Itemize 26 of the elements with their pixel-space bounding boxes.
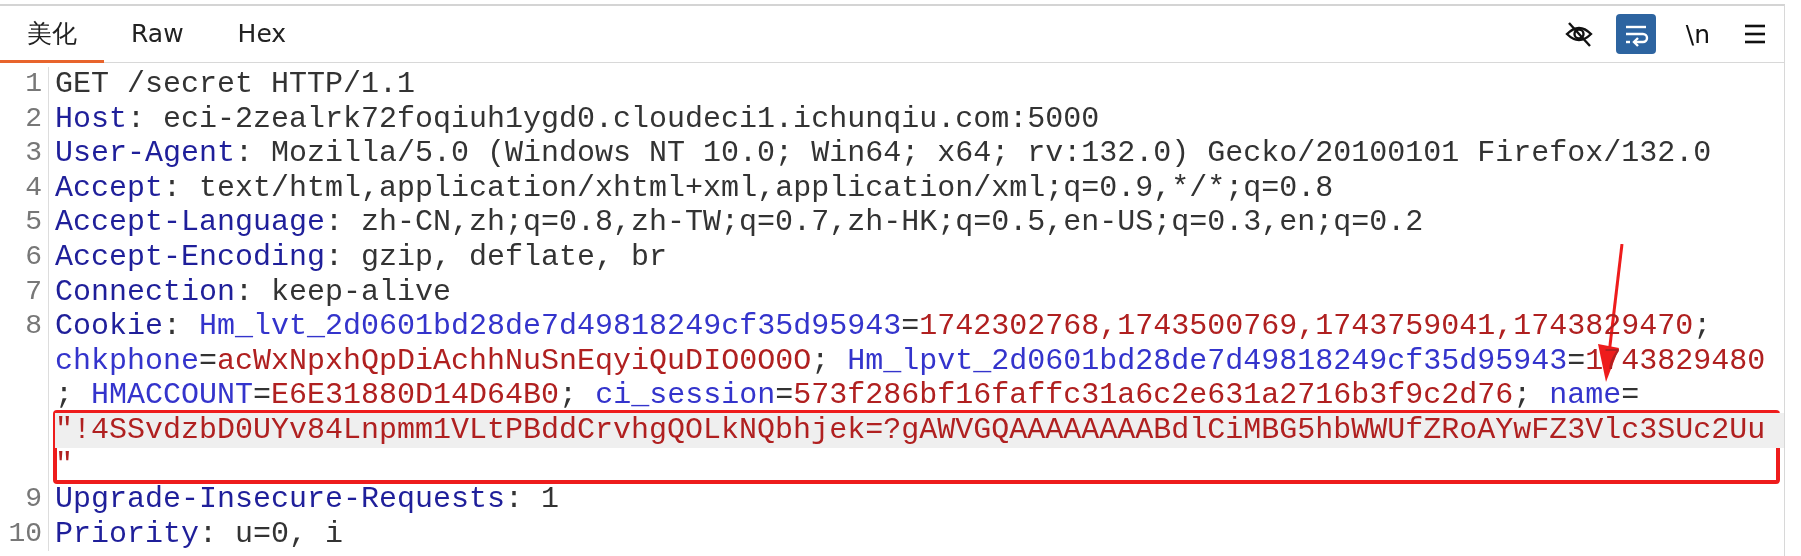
line-number: 5	[0, 205, 49, 240]
line-number: 3	[0, 136, 49, 171]
line-number: 7	[0, 274, 49, 310]
line-number: 4	[0, 170, 49, 206]
tab[interactable]: 美化	[0, 6, 104, 63]
code-line: Upgrade-Insecure-Requests: 1	[55, 482, 561, 517]
code-line: Accept: text/html,application/xhtml+xml,application/xml;q=0.9,*/*;q=0.8	[55, 170, 1335, 206]
line-number: 8	[0, 309, 49, 483]
tab[interactable]: Raw	[104, 6, 211, 63]
line-number: 2	[0, 101, 49, 137]
code-line: Accept-Language: zh-CN,zh;q=0.8,zh-TW;q=0.7,zh-HK;q=0.5,en-US;q=0.3,en;q=0.2	[55, 205, 1425, 240]
code-line: Host: eci-2zealrk72foqiuh1ygd0.cloudeci1.ichunqiu.com:5000	[55, 101, 1101, 137]
code-line: Priority: u=0, i	[55, 516, 345, 552]
code-line: "	[55, 447, 74, 483]
code-line: GET /secret HTTP/1.1	[55, 67, 417, 102]
line-number: 9	[0, 482, 49, 517]
code-line: Connection: keep-alive	[55, 274, 453, 310]
code-line: Accept-Encoding: gzip, deflate, br	[55, 239, 669, 275]
code-line: ; HMACCOUNT=E6E31880D14D64B0; ci_session=573f286bf16faffc31a6c2e631a2716b3f9c2d76; name=	[55, 378, 1641, 413]
line-number: 10	[0, 516, 49, 552]
code-line: User-Agent: Mozilla/5.0 (Windows NT 10.0; Win64; x64; rv:132.0) Gecko/20100101 Firefox/132.0	[55, 136, 1713, 171]
newline-toggle[interactable]: \n	[1677, 19, 1718, 49]
line-number: 1	[0, 67, 49, 102]
line-number: 6	[0, 239, 49, 275]
wrap-text-button[interactable]	[1615, 14, 1656, 54]
tab[interactable]: Hex	[210, 6, 314, 63]
